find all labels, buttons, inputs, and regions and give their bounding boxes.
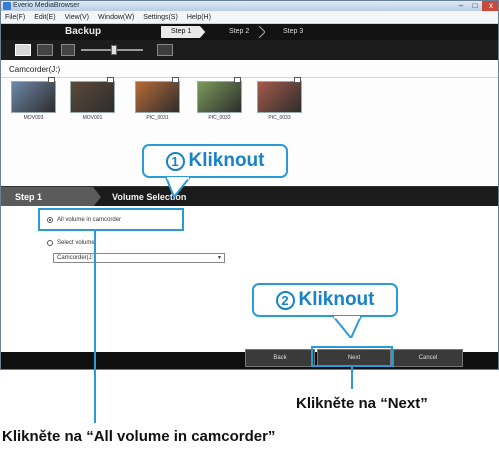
menu-file[interactable]: File(F)	[5, 14, 25, 21]
back-button[interactable]: Back	[245, 349, 315, 367]
leader-line-all-volume	[94, 231, 96, 423]
thumbnail-checkbox[interactable]	[48, 77, 55, 83]
wizard-step-1: Step 1	[161, 26, 206, 38]
volume-dropdown[interactable]: Camcorder(J:) ▼	[53, 253, 225, 263]
thumbnail-item[interactable]: MOV003	[11, 77, 56, 121]
app-window: Everio MediaBrowser – □ x File(F) Edit(E…	[0, 0, 499, 370]
thumbnail-image[interactable]	[257, 77, 302, 113]
callout-2-pointer	[331, 316, 363, 338]
callout-1-pointer	[164, 177, 192, 197]
window-controls: – □ x	[454, 1, 498, 11]
thumbnail-item[interactable]: PIC_0031	[135, 77, 180, 121]
divider	[1, 77, 498, 78]
minimize-button[interactable]: –	[454, 1, 468, 11]
thumbnail-image[interactable]	[135, 77, 180, 113]
chevron-down-icon: ▼	[217, 255, 222, 261]
zoom-slider-knob[interactable]	[111, 45, 117, 55]
thumbnail-image[interactable]	[197, 77, 242, 113]
thumbnail-item[interactable]: PIC_0032	[197, 77, 242, 121]
app-icon	[3, 2, 11, 10]
thumbnail-checkbox[interactable]	[294, 77, 301, 83]
cancel-button[interactable]: Cancel	[393, 349, 463, 367]
callout-2-number: 2	[275, 290, 295, 310]
title-bar: Everio MediaBrowser – □ x	[1, 1, 498, 11]
thumbnail-view-icon[interactable]	[15, 44, 31, 56]
select-volume-radio[interactable]	[47, 240, 53, 246]
window-title: Everio MediaBrowser	[13, 2, 80, 9]
wizard-step-2: Step 2	[229, 28, 250, 35]
select-volume-label: Select volume	[57, 240, 95, 246]
instruction-screenshot: Everio MediaBrowser – □ x File(F) Edit(E…	[0, 0, 499, 453]
thumbnail-caption: PIC_0032	[208, 115, 231, 121]
volume-header: Step 1 Volume Selection	[1, 186, 498, 207]
next-button-highlight	[311, 346, 393, 367]
select-volume-option[interactable]: Select volume	[47, 240, 95, 246]
volume-dropdown-value: Camcorder(J:)	[57, 255, 96, 261]
wizard-title: Backup	[65, 26, 102, 37]
caption-next: Klikněte na “Next”	[296, 395, 428, 412]
menu-settings[interactable]: Settings(S)	[143, 14, 178, 21]
thumbnail-caption: PIC_0033	[268, 115, 291, 121]
thumbnail-caption: MOV001	[82, 115, 103, 121]
maximize-button[interactable]: □	[468, 1, 482, 11]
thumbnail-checkbox[interactable]	[107, 77, 114, 83]
thumbnail-item[interactable]: MOV001	[70, 77, 115, 121]
source-label: Camcorder(J:)	[9, 65, 61, 74]
menu-help[interactable]: Help(H)	[187, 14, 211, 21]
menu-edit[interactable]: Edit(E)	[34, 14, 55, 21]
thumbnail-caption: MOV003	[23, 115, 44, 121]
thumbnail-checkbox[interactable]	[172, 77, 179, 83]
thumbnail-caption: PIC_0031	[146, 115, 169, 121]
leader-line-next	[351, 367, 353, 389]
menu-window[interactable]: Window(W)	[98, 14, 134, 21]
callout-step-1: 1 Kliknout	[142, 144, 288, 178]
menu-view[interactable]: View(V)	[65, 14, 89, 21]
caption-all-volume: Klikněte na “All volume in camcorder”	[2, 428, 276, 445]
callout-step-2: 2 Kliknout	[252, 283, 398, 317]
zoom-slider[interactable]	[81, 45, 143, 55]
list-view-icon[interactable]	[37, 44, 53, 56]
menu-bar: File(F) Edit(E) View(V) Window(W) Settin…	[1, 11, 498, 24]
timeline-view-icon[interactable]	[61, 44, 75, 56]
callout-2-text: Kliknout	[298, 289, 375, 310]
volume-step-label: Step 1	[1, 187, 101, 207]
wizard-step-3: Step 3	[283, 28, 304, 35]
callout-1-text: Kliknout	[188, 150, 265, 171]
thumbnail-checkbox[interactable]	[234, 77, 241, 83]
view-toolbar	[1, 40, 498, 60]
thumbnail-item[interactable]: PIC_0033	[257, 77, 302, 121]
callout-1-number: 1	[165, 151, 185, 171]
thumbnail-image[interactable]	[11, 77, 56, 113]
step-chevron-icon	[259, 26, 265, 38]
voice-icon[interactable]	[157, 44, 173, 56]
wizard-header: Backup Step 1 Step 2 Step 3	[1, 24, 498, 40]
all-volume-highlight	[38, 208, 184, 231]
close-button[interactable]: x	[482, 1, 498, 11]
thumbnail-image[interactable]	[70, 77, 115, 113]
